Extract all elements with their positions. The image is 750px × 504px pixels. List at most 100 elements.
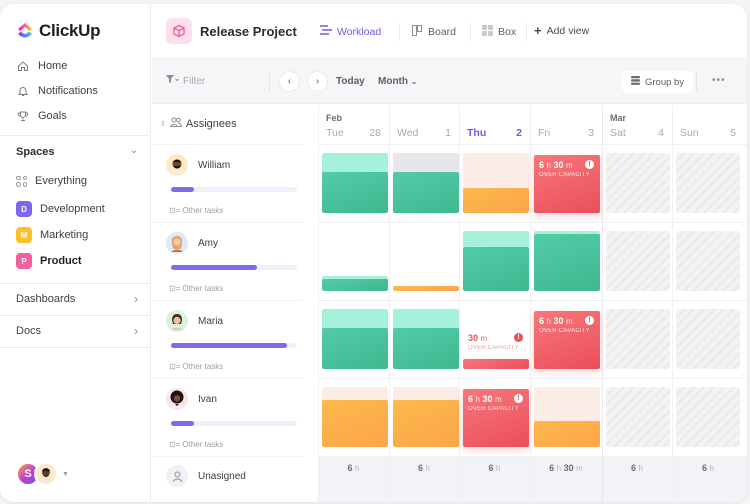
space-badge: P [16,253,32,269]
group-by-button[interactable]: Group by [622,71,694,93]
month-label: Mar [610,113,627,123]
nav-dashboards[interactable]: Dashboards [16,293,75,305]
assignee-name: William [198,159,231,171]
header: Release Project Workload Board Box + Add… [152,4,747,59]
day-header-sun: Sun 5 [672,105,744,149]
other-tasks-link[interactable]: ⊡= Other tasks [169,440,223,449]
user-menu[interactable]: S ▼ [16,462,69,486]
space-badge: M [16,227,32,243]
avatar [166,388,188,410]
space-development[interactable]: D Development [16,201,105,217]
workload-cell[interactable] [393,387,459,447]
grid-line [459,105,460,502]
over-capacity-cell[interactable]: 6 h 30 m OVER CAPACITY ! [463,389,529,447]
workload-cell[interactable] [463,231,529,291]
over-capacity-label: OVER CAPACITY [468,406,519,412]
avatar [166,310,188,332]
workload-cell[interactable] [393,231,459,291]
weekend-cell [606,387,670,447]
assignee-row-william[interactable]: William ⊡= Other tasks [152,144,302,222]
range-label: Month [378,76,408,87]
assignee-row-ivan[interactable]: Ivan ⊡= Other tasks [152,378,302,456]
space-marketing[interactable]: M Marketing [16,227,88,243]
workload-cell[interactable] [322,231,388,291]
add-view-button[interactable]: + Add view [534,24,589,37]
tab-board[interactable]: Board [412,25,456,39]
nav-goals[interactable]: Goals [16,109,67,122]
workload-cell[interactable] [322,153,388,213]
today-button[interactable]: Today [336,76,365,87]
weekend-cell [606,153,670,213]
day-total: 6 h [418,463,430,473]
nav-notifications[interactable]: Notifications [16,84,98,97]
other-tasks-label: Other tasks [182,362,224,371]
over-capacity-cell[interactable]: 6 h 30 m OVER CAPACITY ! [534,311,600,369]
chevron-down-icon[interactable]: ⌄ [130,145,138,156]
month-label: Feb [326,113,343,123]
day-number: 1 [445,127,451,139]
nav-home[interactable]: Home [16,59,67,72]
day-number: 28 [369,127,381,139]
home-icon [16,59,29,72]
range-select[interactable]: Month ⌄ [378,76,417,87]
over-capacity-cell[interactable]: 6 h 30 m OVER CAPACITY ! [534,155,600,213]
progress-fill [171,187,194,192]
chevron-right-icon[interactable]: › [134,292,138,306]
space-development-label: Development [40,203,105,215]
tab-workload[interactable]: Workload [320,25,381,38]
assignee-row-amy[interactable]: Amy ⊡= Other tasks [152,222,302,300]
assignee-row-maria[interactable]: Maria ⊡= Other tasks [152,300,302,378]
chevron-right-icon[interactable]: › [134,324,138,338]
day-total: 6 h [488,463,501,473]
nav-dashboards-label: Dashboards [16,293,76,305]
workload-cell[interactable] [393,153,459,213]
over-capacity-label: OVER CAPACITY [539,172,590,178]
other-tasks-link[interactable]: ⊡= Other tasks [169,206,223,215]
over-capacity-hours: 6 h 30 m [539,316,573,326]
next-button[interactable]: › [307,71,328,92]
grid-line [530,105,531,502]
nav-docs[interactable]: Docs [16,325,41,337]
clickup-logo[interactable]: ClickUp [16,21,101,41]
divider [0,283,151,284]
over-capacity-hours: 6 h 30 m [468,394,502,404]
day-name: Thu [467,127,487,139]
assignee-name: Amy [198,237,218,249]
weekend-cell [676,231,740,291]
task-list-icon: ⊡= [169,440,181,449]
workload-cell[interactable] [534,231,600,291]
workload-cell[interactable] [322,387,388,447]
divider [0,347,151,348]
grid-line [318,105,319,502]
workload-icon [320,25,332,38]
over-capacity-cell[interactable]: 30 m OVER CAPACITY ! [463,309,529,369]
day-number: 4 [658,127,664,139]
filter-button[interactable]: Filter [166,75,205,87]
grid-line [672,105,673,502]
workload-cell[interactable] [393,309,459,369]
other-tasks-link[interactable]: ⊡= Other tasks [169,284,223,293]
assignees-header-label: Assignees [185,117,237,130]
workload-cell[interactable] [534,387,600,447]
space-product[interactable]: P Product [16,253,82,269]
more-options-button[interactable]: ••• [712,75,726,86]
cube-icon [166,18,192,44]
nav-docs-label: Docs [16,325,42,337]
assignees-header[interactable]: ⇕ Assignees [160,117,237,130]
separator [269,73,270,91]
filter-icon [166,75,179,87]
divider [0,135,151,136]
workload-cell[interactable] [463,153,529,213]
space-everything[interactable]: Everything [16,175,87,187]
alert-icon: ! [514,394,523,403]
over-capacity-hours: 30 m [468,333,488,343]
other-tasks-link[interactable]: ⊡= Other tasks [169,362,223,371]
assignee-row-unassigned[interactable]: Unasigned [152,456,302,502]
prev-button[interactable]: ‹ [279,71,300,92]
tab-box[interactable]: Box [482,25,516,39]
space-marketing-label: Marketing [40,229,89,241]
workload-cell[interactable] [322,309,388,369]
tab-box-label: Box [498,26,517,38]
over-capacity-hours: 6 h 30 m [539,160,573,170]
day-name: Sun [680,127,699,139]
